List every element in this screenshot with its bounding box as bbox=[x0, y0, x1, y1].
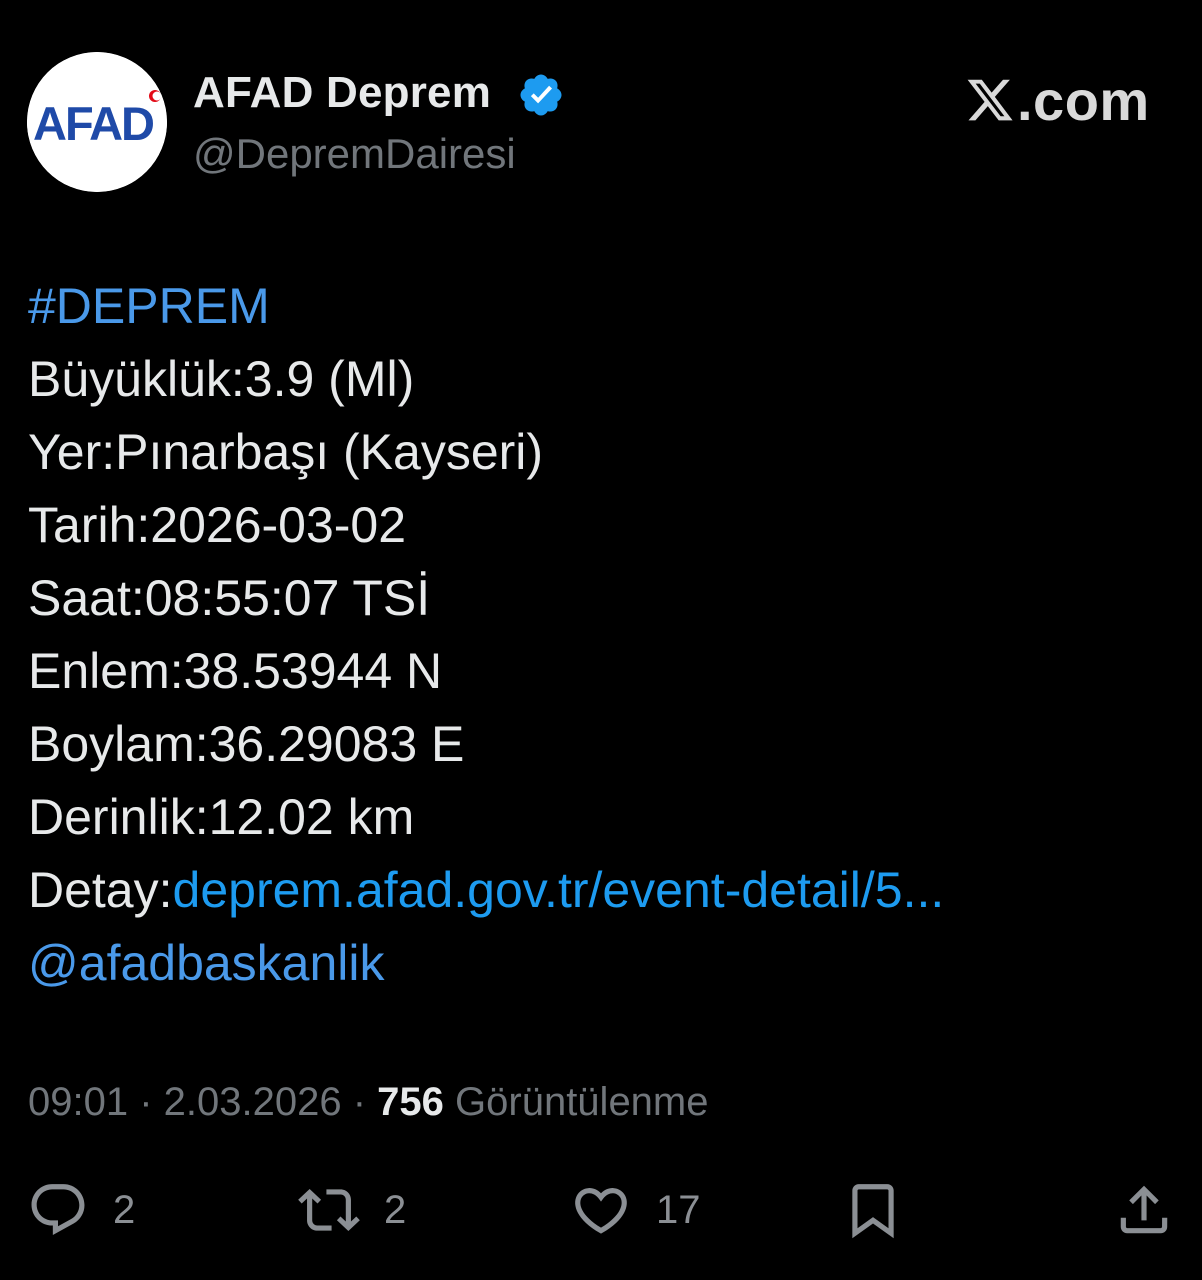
tweet-text: #DEPREM Büyüklük:3.9 (Ml) Yer:Pınarbaşı … bbox=[28, 270, 1178, 1000]
longitude-line: Boylam:36.29083 E bbox=[28, 716, 465, 772]
tweet-meta: 09:01 · 2.03.2026 · 756 Görüntülenme bbox=[28, 1080, 709, 1125]
mention-link[interactable]: @afadbaskanlik bbox=[28, 927, 1178, 1000]
reply-icon bbox=[31, 1184, 85, 1236]
afad-logo: AFAD bbox=[27, 52, 167, 192]
views-label: Görüntülenme bbox=[443, 1080, 709, 1124]
author-name[interactable]: AFAD Deprem bbox=[193, 68, 491, 118]
repost-icon bbox=[298, 1189, 360, 1231]
bookmark-icon bbox=[852, 1184, 894, 1239]
meta-separator: · bbox=[128, 1080, 164, 1124]
detail-link[interactable]: deprem.afad.gov.tr/event-detail/5... bbox=[173, 862, 945, 918]
location-line: Yer:Pınarbaşı (Kayseri) bbox=[28, 424, 544, 480]
x-logo-icon bbox=[967, 79, 1013, 121]
like-count: 17 bbox=[656, 1187, 701, 1232]
share-button[interactable] bbox=[1113, 1170, 1175, 1250]
views-count: 756 bbox=[377, 1080, 444, 1124]
time-line: Saat:08:55:07 TSİ bbox=[28, 570, 431, 626]
author-handle[interactable]: @DepremDairesi bbox=[193, 130, 516, 178]
reply-count: 2 bbox=[113, 1187, 136, 1232]
site-domain: .com bbox=[1017, 68, 1150, 132]
repost-count: 2 bbox=[384, 1187, 407, 1232]
like-button[interactable]: 17 bbox=[570, 1170, 701, 1250]
action-bar: 2 2 17 bbox=[0, 1170, 1202, 1250]
latitude-line: Enlem:38.53944 N bbox=[28, 643, 443, 699]
detail-label: Detay: bbox=[28, 862, 173, 918]
repost-button[interactable]: 2 bbox=[298, 1170, 406, 1250]
verified-badge-icon bbox=[520, 74, 562, 116]
site-watermark: .com bbox=[965, 68, 1150, 132]
bookmark-button[interactable] bbox=[842, 1170, 904, 1250]
hashtag-link[interactable]: #DEPREM bbox=[28, 270, 1178, 343]
depth-line: Derinlik:12.02 km bbox=[28, 789, 415, 845]
post-time[interactable]: 09:01 bbox=[28, 1080, 128, 1124]
share-icon bbox=[1120, 1185, 1168, 1234]
avatar-text: AFAD bbox=[33, 97, 153, 150]
meta-separator-2: · bbox=[341, 1080, 378, 1124]
detail-line: Detay:deprem.afad.gov.tr/event-detail/5.… bbox=[28, 854, 1178, 927]
post-date[interactable]: 2.03.2026 bbox=[164, 1080, 342, 1124]
heart-icon bbox=[575, 1188, 627, 1234]
magnitude-line: Büyüklük:3.9 (Ml) bbox=[28, 351, 415, 407]
reply-button[interactable]: 2 bbox=[27, 1170, 135, 1250]
date-line: Tarih:2026-03-02 bbox=[28, 497, 407, 553]
avatar[interactable]: AFAD bbox=[27, 52, 167, 192]
